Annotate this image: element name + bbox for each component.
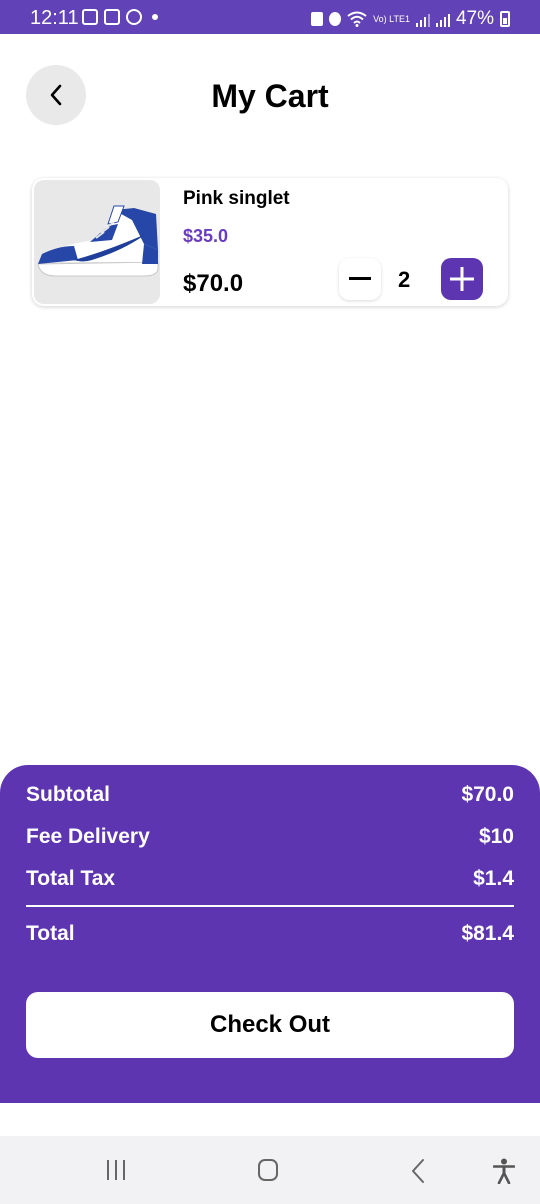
signal-icon [415, 11, 430, 27]
battery-icon [500, 11, 510, 27]
product-unit-price: $35.0 [183, 226, 229, 246]
sneaker-image [37, 205, 159, 277]
subtotal-label: Subtotal [26, 783, 110, 806]
tax-value: $1.4 [473, 867, 514, 890]
sync-icon [126, 9, 142, 25]
wifi-icon [347, 11, 367, 27]
recent-apps-icon[interactable] [107, 1160, 125, 1180]
delivery-label: Fee Delivery [26, 825, 150, 848]
more-notifications-icon [152, 14, 158, 20]
home-icon[interactable] [258, 1159, 278, 1181]
system-icons: Vo) LTE1 47% [311, 8, 510, 30]
network-type: Vo) LTE1 [373, 13, 410, 24]
notification-icons [82, 9, 158, 25]
subtotal-row: Subtotal $70.0 [26, 783, 514, 807]
order-summary: Subtotal $70.0 Fee Delivery $10 Total Ta… [0, 765, 540, 1103]
product-name: Pink singlet [183, 188, 290, 209]
battery-saver-icon [311, 12, 324, 26]
back-icon[interactable] [410, 1158, 426, 1184]
plus-icon [450, 267, 474, 291]
product-image [34, 180, 160, 304]
tax-row: Total Tax $1.4 [26, 867, 514, 891]
total-label: Total [26, 922, 75, 945]
total-row: Total $81.4 [26, 922, 514, 946]
status-bar: 12:11 Vo) LTE1 47% [0, 0, 540, 34]
summary-divider [26, 905, 514, 907]
accessibility-icon[interactable] [493, 1158, 515, 1184]
subtotal-value: $70.0 [461, 783, 514, 806]
quantity-value: 2 [398, 267, 411, 292]
signal-icon-2 [435, 11, 450, 27]
increase-quantity-button[interactable] [441, 258, 483, 300]
product-line-total: $70.0 [183, 270, 244, 297]
news-icon [104, 9, 120, 25]
minus-icon [349, 277, 371, 280]
decrease-quantity-button[interactable] [339, 258, 381, 300]
total-value: $81.4 [461, 922, 514, 945]
delivery-value: $10 [478, 825, 514, 848]
cart-item[interactable]: Pink singlet $35.0 $70.0 2 [32, 178, 508, 306]
system-nav-bar [0, 1136, 540, 1204]
status-time: 12:11 [30, 7, 79, 29]
checkout-button[interactable]: Check Out [26, 992, 514, 1058]
page-title: My Cart [211, 78, 329, 114]
delivery-row: Fee Delivery $10 [26, 825, 514, 849]
battery-percent: 47% [455, 8, 494, 29]
tax-label: Total Tax [26, 867, 116, 890]
alarm-icon [329, 12, 342, 26]
gallery-icon [82, 9, 98, 25]
